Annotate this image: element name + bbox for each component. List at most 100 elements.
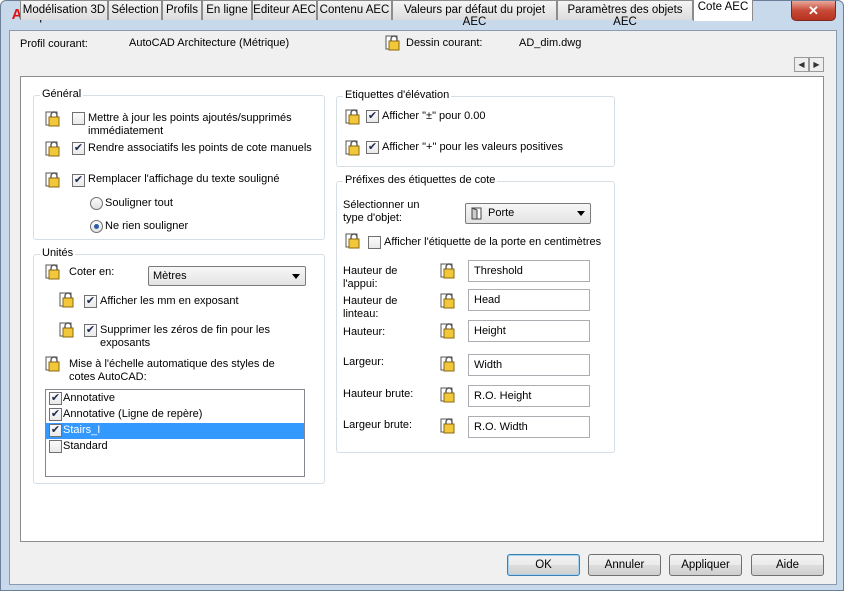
suppress-zeros-label-line2: exposants [100,337,151,349]
field-label: Hauteur de [343,265,398,277]
cancel-button[interactable]: Annuler [588,554,661,576]
mm-superscript-checkbox[interactable]: ✔ [84,295,97,308]
underline-none-radio[interactable] [90,220,103,233]
drawing-label: Dessin courant: [406,37,483,49]
drawing-lock-icon [440,418,455,434]
field-label: Hauteur de [343,295,398,307]
prefixes-group-title: Préfixes des étiquettes de cote [343,174,498,186]
apply-button[interactable]: Appliquer [669,554,742,576]
underline-all-radio[interactable] [90,197,103,210]
list-item-label: Annotative [63,392,115,404]
field-label: Largeur: [343,356,384,368]
drawing-icon [385,35,400,51]
ro-width-input[interactable]: R.O. Width [468,416,590,438]
object-type-label-line2: type d'objet: [343,212,402,224]
underline-all-label: Souligner tout [105,197,173,209]
list-item-checkbox[interactable]: ✔ [49,408,62,421]
list-item[interactable]: ✔ Annotative [46,391,304,407]
list-item[interactable]: ✔ Stairs_I [46,423,304,439]
drawing-value: AD_dim.dwg [519,37,582,49]
auto-scale-label-line2: cotes AutoCAD: [69,371,147,383]
mm-superscript-label: Afficher les mm en exposant [100,295,239,307]
close-button[interactable]: ✕ [791,1,836,21]
door-icon [471,207,482,220]
show-plusminus-label: Afficher "±" pour 0.00 [382,110,486,122]
object-type-label: Sélectionner un [343,199,420,211]
units-select[interactable]: Mètres [148,266,306,286]
tab-contenu-aec[interactable]: Contenu AEC [317,0,392,20]
show-plusminus-checkbox[interactable]: ✔ [366,110,379,123]
associative-points-checkbox[interactable]: ✔ [72,142,85,155]
ok-button[interactable]: OK [507,554,580,576]
field-label: Hauteur: [343,326,386,338]
list-item[interactable]: Standard [46,439,304,455]
auto-scale-label: Mise à l'échelle automatique des styles … [69,358,275,370]
update-points-checkbox[interactable] [72,112,85,125]
head-height-input[interactable]: Head [468,289,590,311]
tab-parametres-objets-aec[interactable]: Paramètres des objets AEC [557,0,693,28]
object-type-select[interactable]: Porte [465,203,591,224]
underline-none-label: Ne rien souligner [105,220,189,232]
replace-underline-checkbox[interactable]: ✔ [72,174,85,187]
tab-profils[interactable]: Profils [162,0,202,20]
associative-points-label: Rendre associatifs les points de cote ma… [88,142,312,154]
ro-height-input[interactable]: R.O. Height [468,385,590,407]
tab-scroll-left-icon[interactable]: ◀ [794,57,809,72]
suppress-zeros-checkbox[interactable]: ✔ [84,324,97,337]
dim-styles-list[interactable]: ✔ Annotative ✔ Annotative (Ligne de repère… [45,389,305,477]
drawing-lock-icon [440,293,455,309]
drawing-lock-icon [440,323,455,339]
units-select-value: Mètres [153,270,187,282]
update-points-label: Mettre à jour les points ajoutés/supprim… [88,112,292,124]
field-label-line2: l'appui: [343,278,378,290]
drawing-lock-icon [45,264,60,280]
tab-en-ligne[interactable]: En ligne [202,0,252,20]
height-input[interactable]: Height [468,320,590,342]
tab-cote-aec[interactable]: Cote AEC [693,0,753,21]
tab-valeurs-defaut-projet-aec[interactable]: Valeurs par défaut du projet AEC [392,0,557,28]
tab-scroll-right-icon[interactable]: ▶ [809,57,824,72]
drawing-lock-icon [59,322,74,338]
tab-selection[interactable]: Sélection [108,0,162,20]
chevron-down-icon [577,211,585,216]
drawing-lock-icon [45,141,60,157]
list-item[interactable]: ✔ Annotative (Ligne de repère) [46,407,304,423]
drawing-lock-icon [440,356,455,372]
drawing-lock-icon [345,233,360,249]
show-plus-checkbox[interactable]: ✔ [366,141,379,154]
profile-value: AutoCAD Architecture (Métrique) [129,37,290,49]
list-item-label: Stairs_I [63,424,101,436]
drawing-lock-icon [59,292,74,308]
object-type-value: Porte [488,207,515,219]
field-label-line2: linteau: [343,308,379,320]
list-item-label: Annotative (Ligne de repère) [63,408,203,420]
door-label-cm-label: Afficher l'étiquette de la porte en cent… [384,236,602,248]
elevation-group-title: Etiquettes d'élévation [343,89,452,101]
list-item-label: Standard [63,440,108,452]
profile-label: Profil courant: [20,38,88,50]
elevation-labels-group: Etiquettes d'élévation [336,89,615,167]
show-plus-label: Afficher "+" pour les valeurs positives [382,141,563,153]
field-label: Largeur brute: [343,419,413,431]
list-item-checkbox[interactable]: ✔ [49,392,62,405]
help-button[interactable]: Aide [751,554,824,576]
replace-underline-label: Remplacer l'affichage du texte souligné [88,173,280,185]
update-points-label-line2: immédiatement [88,125,164,137]
tab-modelisation-3d[interactable]: Modélisation 3D [20,0,108,20]
suppress-zeros-label: Supprimer les zéros de fin pour les [100,324,270,336]
units-group-title: Unités [40,247,76,259]
drawing-lock-icon [440,263,455,279]
threshold-height-input[interactable]: Threshold [468,260,590,282]
drawing-lock-icon [45,172,60,188]
door-label-cm-checkbox[interactable] [368,236,381,249]
drawing-lock-icon [345,109,360,125]
list-item-checkbox[interactable]: ✔ [49,424,62,437]
chevron-down-icon [292,274,300,279]
tab-editeur-aec[interactable]: Editeur AEC [252,0,317,20]
list-item-checkbox[interactable] [49,440,62,453]
coter-en-label: Coter en: [69,266,115,278]
drawing-lock-icon [440,387,455,403]
general-group-title: Général [40,88,84,100]
width-input[interactable]: Width [468,354,590,376]
drawing-lock-icon [45,111,60,127]
